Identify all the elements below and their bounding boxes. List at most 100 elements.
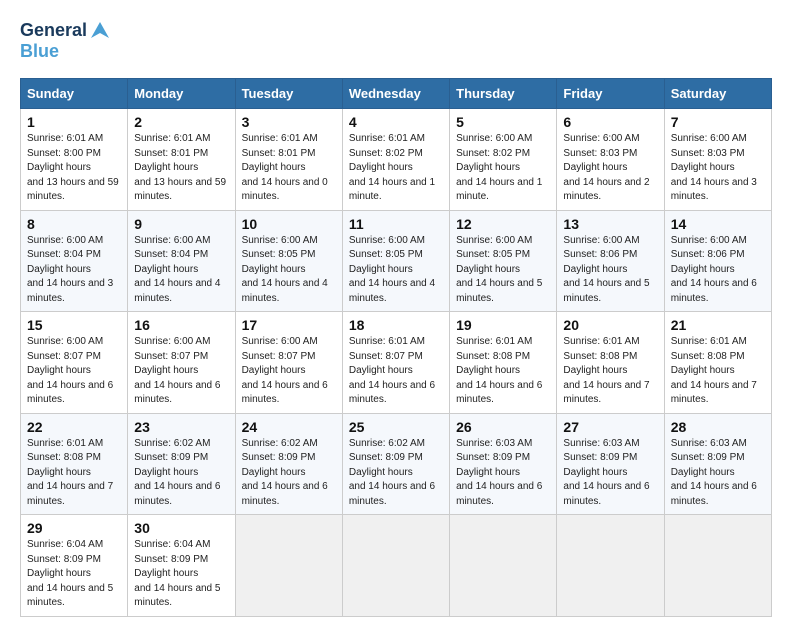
day-number: 6 bbox=[563, 114, 657, 130]
day-info: Sunrise: 6:00 AM Sunset: 8:05 PM Dayligh… bbox=[242, 234, 336, 307]
calendar-cell: 4 Sunrise: 6:01 AM Sunset: 8:02 PM Dayli… bbox=[342, 109, 449, 211]
calendar-cell: 3 Sunrise: 6:01 AM Sunset: 8:01 PM Dayli… bbox=[235, 109, 342, 211]
day-info: Sunrise: 6:00 AM Sunset: 8:04 PM Dayligh… bbox=[27, 234, 121, 307]
day-number: 9 bbox=[134, 216, 228, 232]
calendar-header-row: SundayMondayTuesdayWednesdayThursdayFrid… bbox=[21, 79, 772, 109]
calendar-cell bbox=[342, 515, 449, 617]
day-info: Sunrise: 6:00 AM Sunset: 8:02 PM Dayligh… bbox=[456, 132, 550, 205]
calendar-cell: 22 Sunrise: 6:01 AM Sunset: 8:08 PM Dayl… bbox=[21, 413, 128, 515]
calendar-cell: 10 Sunrise: 6:00 AM Sunset: 8:05 PM Dayl… bbox=[235, 210, 342, 312]
day-number: 3 bbox=[242, 114, 336, 130]
logo-blue: Blue bbox=[20, 41, 59, 61]
day-number: 27 bbox=[563, 419, 657, 435]
day-info: Sunrise: 6:01 AM Sunset: 8:01 PM Dayligh… bbox=[134, 132, 228, 205]
day-info: Sunrise: 6:01 AM Sunset: 8:02 PM Dayligh… bbox=[349, 132, 443, 205]
day-info: Sunrise: 6:04 AM Sunset: 8:09 PM Dayligh… bbox=[27, 538, 121, 611]
day-number: 14 bbox=[671, 216, 765, 232]
column-header-monday: Monday bbox=[128, 79, 235, 109]
day-info: Sunrise: 6:00 AM Sunset: 8:07 PM Dayligh… bbox=[242, 335, 336, 408]
calendar-cell: 13 Sunrise: 6:00 AM Sunset: 8:06 PM Dayl… bbox=[557, 210, 664, 312]
logo-general: General bbox=[20, 21, 87, 41]
day-info: Sunrise: 6:02 AM Sunset: 8:09 PM Dayligh… bbox=[349, 437, 443, 510]
day-info: Sunrise: 6:00 AM Sunset: 8:05 PM Dayligh… bbox=[456, 234, 550, 307]
calendar-cell: 5 Sunrise: 6:00 AM Sunset: 8:02 PM Dayli… bbox=[450, 109, 557, 211]
calendar-cell: 15 Sunrise: 6:00 AM Sunset: 8:07 PM Dayl… bbox=[21, 312, 128, 414]
calendar-cell: 16 Sunrise: 6:00 AM Sunset: 8:07 PM Dayl… bbox=[128, 312, 235, 414]
day-info: Sunrise: 6:04 AM Sunset: 8:09 PM Dayligh… bbox=[134, 538, 228, 611]
day-info: Sunrise: 6:00 AM Sunset: 8:06 PM Dayligh… bbox=[671, 234, 765, 307]
day-number: 10 bbox=[242, 216, 336, 232]
calendar-cell: 24 Sunrise: 6:02 AM Sunset: 8:09 PM Dayl… bbox=[235, 413, 342, 515]
calendar-table: SundayMondayTuesdayWednesdayThursdayFrid… bbox=[20, 78, 772, 617]
calendar-cell: 30 Sunrise: 6:04 AM Sunset: 8:09 PM Dayl… bbox=[128, 515, 235, 617]
calendar-cell: 28 Sunrise: 6:03 AM Sunset: 8:09 PM Dayl… bbox=[664, 413, 771, 515]
calendar-cell: 29 Sunrise: 6:04 AM Sunset: 8:09 PM Dayl… bbox=[21, 515, 128, 617]
calendar-week-row: 8 Sunrise: 6:00 AM Sunset: 8:04 PM Dayli… bbox=[21, 210, 772, 312]
calendar-cell bbox=[664, 515, 771, 617]
calendar-cell: 17 Sunrise: 6:00 AM Sunset: 8:07 PM Dayl… bbox=[235, 312, 342, 414]
day-info: Sunrise: 6:01 AM Sunset: 8:08 PM Dayligh… bbox=[563, 335, 657, 408]
day-info: Sunrise: 6:00 AM Sunset: 8:04 PM Dayligh… bbox=[134, 234, 228, 307]
day-info: Sunrise: 6:02 AM Sunset: 8:09 PM Dayligh… bbox=[134, 437, 228, 510]
day-number: 19 bbox=[456, 317, 550, 333]
day-info: Sunrise: 6:02 AM Sunset: 8:09 PM Dayligh… bbox=[242, 437, 336, 510]
calendar-cell: 19 Sunrise: 6:01 AM Sunset: 8:08 PM Dayl… bbox=[450, 312, 557, 414]
day-info: Sunrise: 6:00 AM Sunset: 8:07 PM Dayligh… bbox=[134, 335, 228, 408]
day-number: 7 bbox=[671, 114, 765, 130]
day-number: 30 bbox=[134, 520, 228, 536]
calendar-cell: 23 Sunrise: 6:02 AM Sunset: 8:09 PM Dayl… bbox=[128, 413, 235, 515]
calendar-cell: 25 Sunrise: 6:02 AM Sunset: 8:09 PM Dayl… bbox=[342, 413, 449, 515]
day-number: 12 bbox=[456, 216, 550, 232]
day-info: Sunrise: 6:01 AM Sunset: 8:08 PM Dayligh… bbox=[671, 335, 765, 408]
day-info: Sunrise: 6:00 AM Sunset: 8:03 PM Dayligh… bbox=[671, 132, 765, 205]
calendar-cell: 12 Sunrise: 6:00 AM Sunset: 8:05 PM Dayl… bbox=[450, 210, 557, 312]
calendar-cell: 11 Sunrise: 6:00 AM Sunset: 8:05 PM Dayl… bbox=[342, 210, 449, 312]
calendar-cell: 1 Sunrise: 6:01 AM Sunset: 8:00 PM Dayli… bbox=[21, 109, 128, 211]
day-number: 21 bbox=[671, 317, 765, 333]
day-number: 2 bbox=[134, 114, 228, 130]
day-number: 11 bbox=[349, 216, 443, 232]
day-info: Sunrise: 6:03 AM Sunset: 8:09 PM Dayligh… bbox=[563, 437, 657, 510]
day-info: Sunrise: 6:01 AM Sunset: 8:07 PM Dayligh… bbox=[349, 335, 443, 408]
day-number: 26 bbox=[456, 419, 550, 435]
calendar-week-row: 15 Sunrise: 6:00 AM Sunset: 8:07 PM Dayl… bbox=[21, 312, 772, 414]
day-number: 28 bbox=[671, 419, 765, 435]
calendar-cell: 21 Sunrise: 6:01 AM Sunset: 8:08 PM Dayl… bbox=[664, 312, 771, 414]
day-number: 17 bbox=[242, 317, 336, 333]
calendar-week-row: 1 Sunrise: 6:01 AM Sunset: 8:00 PM Dayli… bbox=[21, 109, 772, 211]
column-header-sunday: Sunday bbox=[21, 79, 128, 109]
day-info: Sunrise: 6:01 AM Sunset: 8:08 PM Dayligh… bbox=[456, 335, 550, 408]
calendar-week-row: 29 Sunrise: 6:04 AM Sunset: 8:09 PM Dayl… bbox=[21, 515, 772, 617]
day-number: 5 bbox=[456, 114, 550, 130]
column-header-friday: Friday bbox=[557, 79, 664, 109]
day-info: Sunrise: 6:01 AM Sunset: 8:00 PM Dayligh… bbox=[27, 132, 121, 205]
day-info: Sunrise: 6:00 AM Sunset: 8:06 PM Dayligh… bbox=[563, 234, 657, 307]
calendar-cell: 7 Sunrise: 6:00 AM Sunset: 8:03 PM Dayli… bbox=[664, 109, 771, 211]
day-number: 13 bbox=[563, 216, 657, 232]
calendar-cell: 27 Sunrise: 6:03 AM Sunset: 8:09 PM Dayl… bbox=[557, 413, 664, 515]
day-info: Sunrise: 6:03 AM Sunset: 8:09 PM Dayligh… bbox=[671, 437, 765, 510]
day-info: Sunrise: 6:01 AM Sunset: 8:08 PM Dayligh… bbox=[27, 437, 121, 510]
day-number: 25 bbox=[349, 419, 443, 435]
calendar-week-row: 22 Sunrise: 6:01 AM Sunset: 8:08 PM Dayl… bbox=[21, 413, 772, 515]
day-number: 1 bbox=[27, 114, 121, 130]
day-number: 24 bbox=[242, 419, 336, 435]
column-header-tuesday: Tuesday bbox=[235, 79, 342, 109]
day-info: Sunrise: 6:00 AM Sunset: 8:05 PM Dayligh… bbox=[349, 234, 443, 307]
calendar-cell bbox=[557, 515, 664, 617]
calendar-cell: 6 Sunrise: 6:00 AM Sunset: 8:03 PM Dayli… bbox=[557, 109, 664, 211]
day-number: 29 bbox=[27, 520, 121, 536]
page-header: General Blue bbox=[20, 20, 772, 62]
calendar-cell: 9 Sunrise: 6:00 AM Sunset: 8:04 PM Dayli… bbox=[128, 210, 235, 312]
day-number: 8 bbox=[27, 216, 121, 232]
calendar-cell: 8 Sunrise: 6:00 AM Sunset: 8:04 PM Dayli… bbox=[21, 210, 128, 312]
day-number: 16 bbox=[134, 317, 228, 333]
calendar-cell: 20 Sunrise: 6:01 AM Sunset: 8:08 PM Dayl… bbox=[557, 312, 664, 414]
day-number: 4 bbox=[349, 114, 443, 130]
column-header-thursday: Thursday bbox=[450, 79, 557, 109]
calendar-cell: 2 Sunrise: 6:01 AM Sunset: 8:01 PM Dayli… bbox=[128, 109, 235, 211]
calendar-cell bbox=[450, 515, 557, 617]
column-header-saturday: Saturday bbox=[664, 79, 771, 109]
day-number: 22 bbox=[27, 419, 121, 435]
calendar-cell: 26 Sunrise: 6:03 AM Sunset: 8:09 PM Dayl… bbox=[450, 413, 557, 515]
